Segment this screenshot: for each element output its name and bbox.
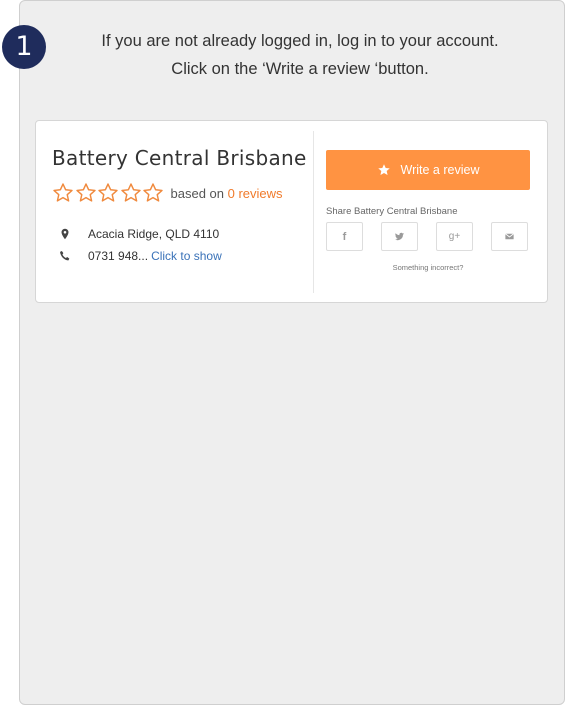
reviews-count-link[interactable]: 0 reviews bbox=[228, 186, 283, 201]
address-text: Acacia Ridge, QLD 4110 bbox=[88, 227, 220, 241]
click-to-show-link[interactable]: Click to show bbox=[151, 249, 222, 263]
something-incorrect-link[interactable]: Something incorrect? bbox=[326, 263, 530, 272]
instructions-text: If you are not already logged in, log in… bbox=[50, 27, 550, 83]
step-number-badge: 1 bbox=[2, 25, 46, 69]
share-email-button[interactable] bbox=[491, 222, 528, 251]
rating-summary: based on 0 reviews bbox=[171, 186, 283, 201]
write-review-button[interactable]: Write a review bbox=[326, 150, 530, 190]
write-review-label: Write a review bbox=[400, 163, 480, 177]
star-icon bbox=[377, 163, 391, 177]
rating-row: based on 0 reviews bbox=[52, 181, 283, 205]
share-google-plus-button[interactable]: g+ bbox=[436, 222, 473, 251]
business-actions: Write a review Share Battery Central Bri… bbox=[314, 121, 547, 302]
instruction-line-2: Click on the ‘Write a review ‘button. bbox=[171, 60, 429, 78]
twitter-icon bbox=[394, 231, 405, 242]
share-buttons: f g+ bbox=[326, 222, 528, 251]
star-icon[interactable] bbox=[120, 182, 142, 204]
phone-number: 0731 948... bbox=[88, 249, 149, 263]
phone-icon bbox=[58, 249, 72, 263]
star-rating[interactable] bbox=[52, 182, 165, 204]
email-icon bbox=[504, 231, 515, 242]
instruction-line-1: If you are not already logged in, log in… bbox=[101, 32, 499, 50]
phone-row: 0731 948... Click to show bbox=[58, 249, 222, 263]
share-twitter-button[interactable] bbox=[381, 222, 418, 251]
star-icon[interactable] bbox=[97, 182, 119, 204]
share-facebook-button[interactable]: f bbox=[326, 222, 363, 251]
map-pin-icon bbox=[58, 227, 72, 241]
google-plus-icon: g+ bbox=[448, 231, 461, 242]
facebook-icon: f bbox=[342, 230, 347, 243]
based-on-label: based on bbox=[170, 185, 225, 201]
instruction-panel bbox=[19, 0, 565, 705]
share-label: Share Battery Central Brisbane bbox=[326, 206, 458, 217]
address-row: Acacia Ridge, QLD 4110 bbox=[58, 227, 219, 241]
star-icon[interactable] bbox=[142, 182, 164, 204]
business-name: Battery Central Brisbane bbox=[52, 146, 307, 170]
star-icon[interactable] bbox=[52, 182, 74, 204]
business-info: Battery Central Brisbane based on 0 revi… bbox=[36, 121, 313, 302]
business-card: Battery Central Brisbane based on 0 revi… bbox=[35, 120, 548, 303]
star-icon[interactable] bbox=[75, 182, 97, 204]
